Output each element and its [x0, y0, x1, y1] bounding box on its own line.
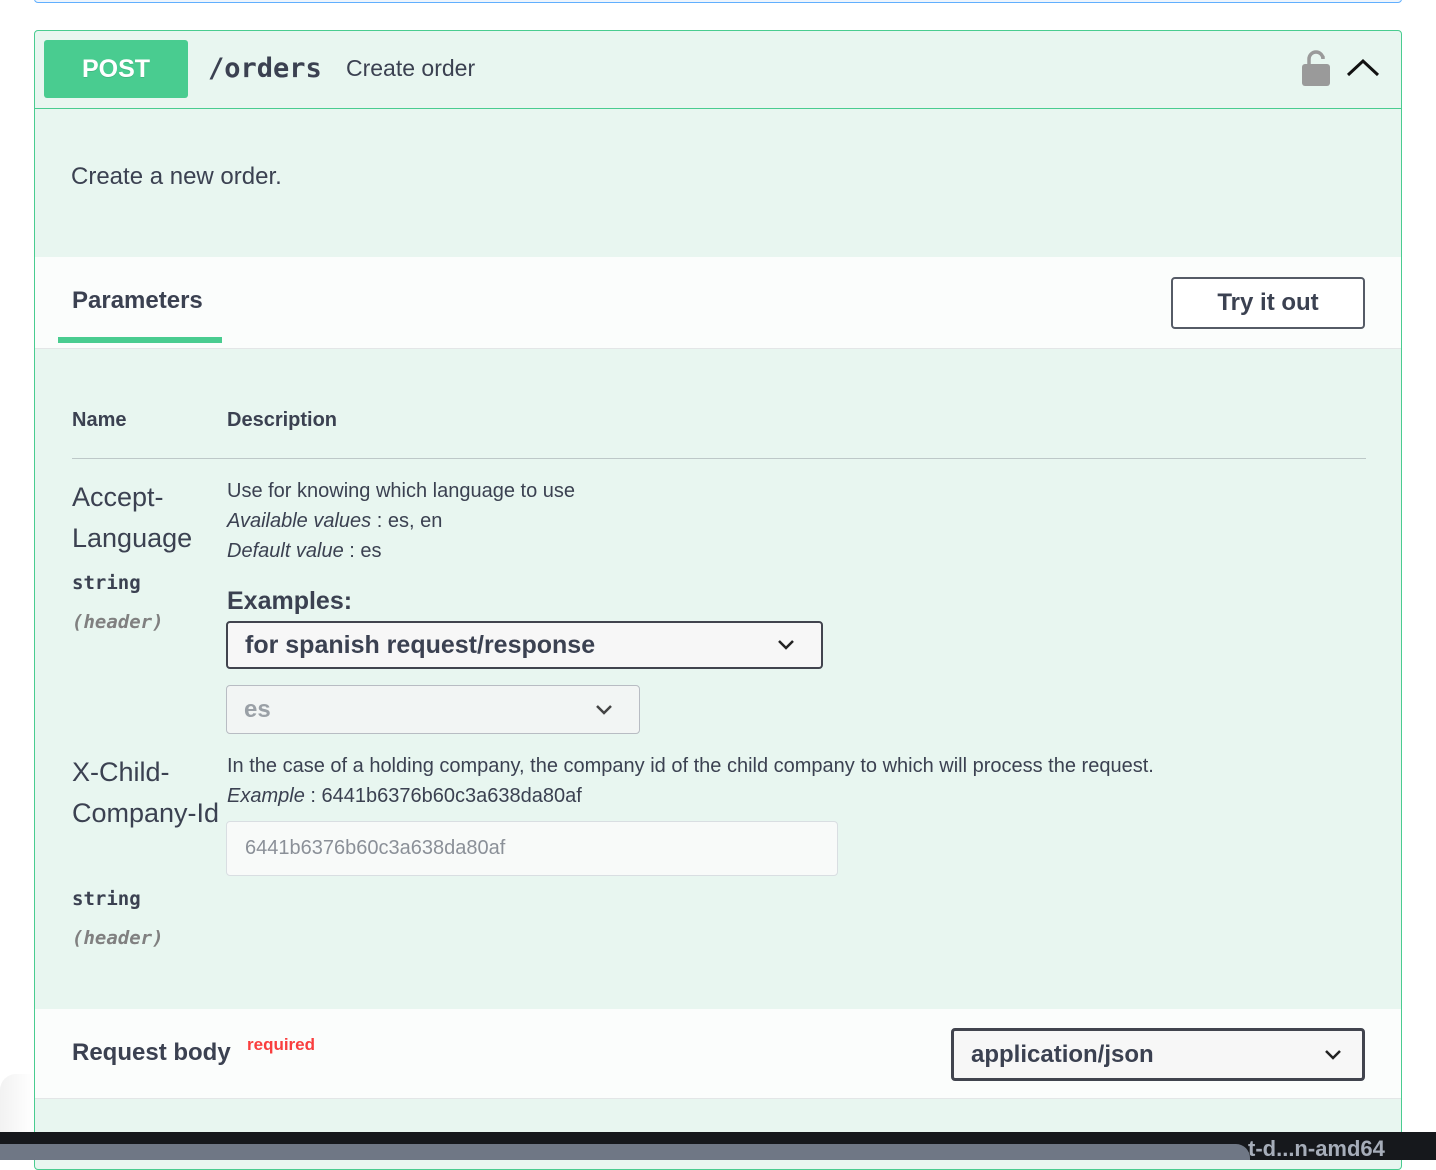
- column-header-description: Description: [227, 409, 338, 431]
- accept-language-select-value: es: [244, 695, 271, 723]
- chevron-down-icon: [1325, 1049, 1341, 1060]
- request-body-title: Request body: [72, 1039, 231, 1066]
- param-type: string: [72, 888, 141, 910]
- chevron-down-icon: [778, 640, 794, 650]
- param-name-x-child-company-id: X-Child-Company-Id: [72, 757, 220, 828]
- available-values-value: es, en: [387, 510, 443, 532]
- param-location: (header): [72, 611, 164, 633]
- examples-label: Examples:: [227, 587, 353, 615]
- chevron-down-icon: [596, 704, 612, 715]
- taskbar-item-label[interactable]: t-d...n-amd64: [1248, 1136, 1385, 1162]
- operation-block-post-orders: POST /orders Create order Create a new o…: [34, 30, 1402, 1170]
- content-type-select[interactable]: application/json: [951, 1028, 1365, 1081]
- operation-summary-text: Create order: [346, 55, 476, 81]
- header-divider: [72, 458, 1366, 459]
- examples-select[interactable]: for spanish request/response: [226, 621, 823, 669]
- chevron-up-icon[interactable]: [1345, 53, 1381, 83]
- available-values: Available values : es, en: [227, 510, 443, 532]
- examples-select-value: for spanish request/response: [245, 630, 596, 659]
- operation-description: Create a new order.: [71, 163, 282, 190]
- method-badge: POST: [44, 40, 188, 98]
- page-edge-shadow: [0, 1074, 34, 1134]
- example-value-text: 6441b6376b60c3a638da80af: [321, 785, 582, 807]
- param-type: string: [72, 572, 141, 594]
- column-header-name: Name: [72, 409, 127, 431]
- param-description: In the case of a holding company, the co…: [227, 755, 1154, 777]
- parameters-header: Parameters Try it out: [35, 257, 1401, 349]
- param-description: Use for knowing which language to use: [227, 480, 575, 502]
- example-label: Example: [227, 785, 305, 807]
- lock-icon[interactable]: [1301, 49, 1331, 87]
- default-value: Default value : es: [227, 540, 382, 562]
- required-badge: required: [247, 1035, 316, 1054]
- example-value: Example : 6441b6376b60c3a638da80af: [227, 785, 582, 807]
- operation-path: /orders: [208, 53, 322, 84]
- try-it-out-button[interactable]: Try it out: [1171, 277, 1365, 329]
- taskbar-tab[interactable]: [0, 1144, 1250, 1160]
- available-values-label: Available values: [227, 510, 372, 532]
- previous-operation-block: [34, 0, 1402, 3]
- operation-summary[interactable]: POST /orders Create order: [35, 31, 1401, 109]
- accept-language-select[interactable]: es: [226, 685, 640, 734]
- tab-parameters[interactable]: Parameters: [72, 287, 203, 315]
- param-location: (header): [72, 927, 164, 949]
- x-child-company-id-input[interactable]: 6441b6376b60c3a638da80af: [226, 821, 838, 876]
- param-name-accept-language: Accept-Language: [72, 482, 193, 553]
- request-body-header: Request body required application/json: [35, 1009, 1401, 1099]
- default-value-value: es: [360, 540, 382, 562]
- default-value-label: Default value: [227, 540, 344, 562]
- content-type-value: application/json: [971, 1040, 1154, 1068]
- tab-active-indicator: [58, 337, 222, 343]
